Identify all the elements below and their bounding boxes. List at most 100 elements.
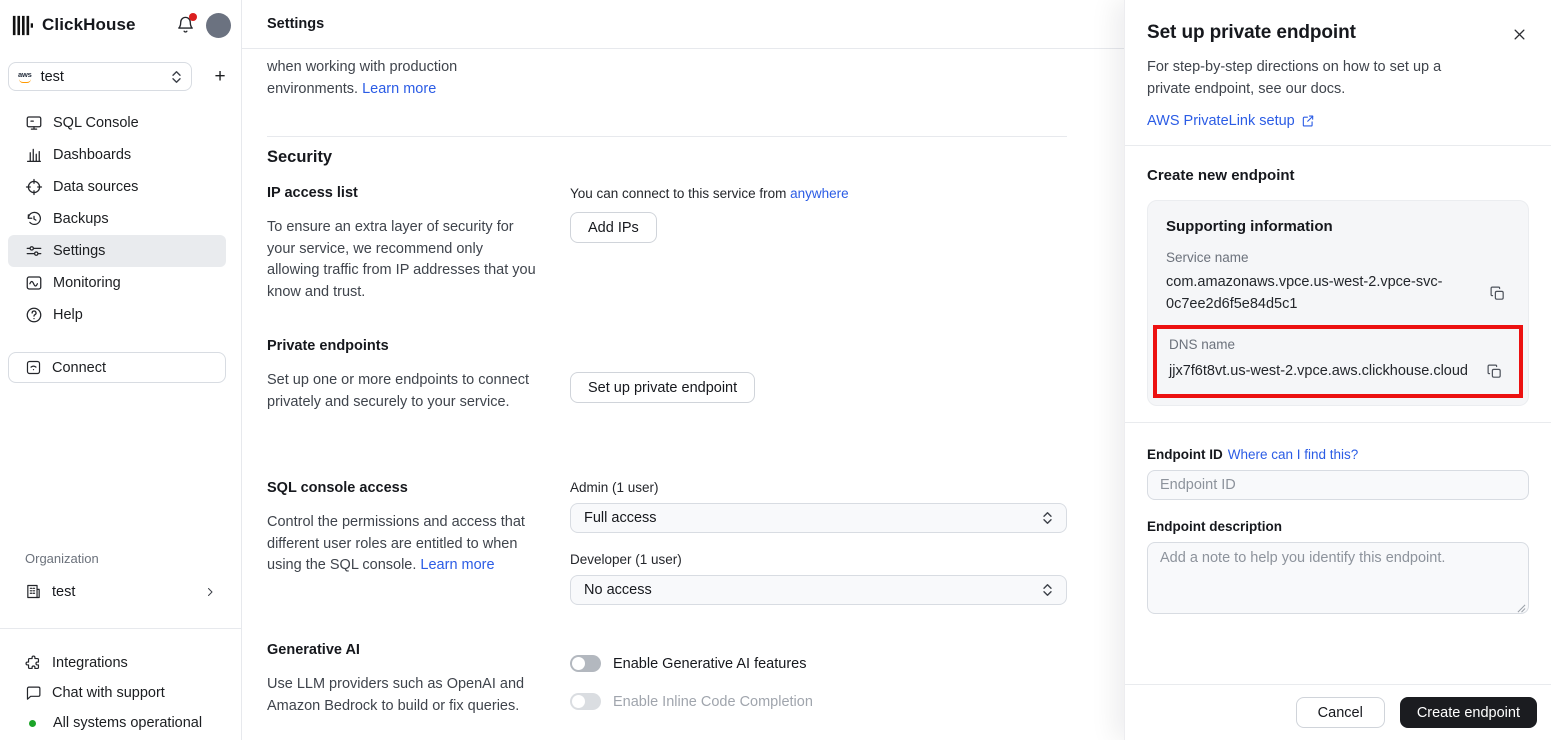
sidebar-header: ClickHouse (12, 10, 231, 40)
sidebar-item-sql-console[interactable]: SQL Console (8, 107, 226, 139)
sidebar-item-label: Settings (53, 243, 106, 259)
sidebar-item-label: Dashboards (53, 147, 132, 163)
drawer-header: Set up private endpoint (1147, 0, 1529, 44)
generative-ai-toggle-row[interactable]: Enable Generative AI features (570, 655, 1067, 672)
organization-row[interactable]: test (8, 577, 226, 606)
sidebar-item-help[interactable]: Help (8, 299, 226, 331)
sidebar-footer: Integrations Chat with support All syste… (8, 648, 226, 738)
endpoint-description-label: Endpoint description (1147, 519, 1282, 534)
sidebar-item-dashboards[interactable]: Dashboards (8, 139, 226, 171)
ip-access-description: To ensure an extra layer of security for… (267, 219, 536, 300)
notification-dot (189, 13, 197, 21)
notifications-bell-icon[interactable] (176, 13, 197, 36)
create-endpoint-button[interactable]: Create endpoint (1399, 697, 1537, 728)
sidebar-item-label: Integrations (52, 655, 128, 671)
intro-learn-more-link[interactable]: Learn more (362, 81, 436, 97)
private-endpoints-title: Private endpoints (267, 338, 389, 354)
sidebar-item-status[interactable]: All systems operational (8, 708, 226, 738)
sql-learn-more-link[interactable]: Learn more (420, 557, 494, 573)
sidebar-item-label: SQL Console (53, 115, 139, 131)
integrations-puzzle-icon (25, 655, 42, 672)
generative-ai-description: Use LLM providers such as OpenAI and Ama… (267, 676, 525, 714)
anywhere-link[interactable]: anywhere (790, 186, 849, 201)
dns-name-value: jjx7f6t8vt.us-west-2.vpce.aws.clickhouse… (1169, 362, 1468, 379)
connect-from-text: You can connect to this service from (570, 186, 791, 201)
endpoint-id-input[interactable] (1147, 470, 1529, 500)
section-divider (267, 136, 1067, 137)
sidebar-item-integrations[interactable]: Integrations (8, 648, 226, 678)
sidebar-item-label: Monitoring (53, 275, 121, 291)
drawer-footer: Cancel Create endpoint (1125, 684, 1551, 740)
dns-highlight-annotation-box: DNS name jjx7f6t8vt.us-west-2.vpce.aws.c… (1153, 325, 1523, 398)
monitoring-icon (25, 274, 43, 292)
set-up-private-endpoint-button[interactable]: Set up private endpoint (570, 372, 756, 403)
chevron-up-down-icon (1042, 511, 1053, 525)
sidebar-item-monitoring[interactable]: Monitoring (8, 267, 226, 299)
connect-button[interactable]: Connect (8, 352, 226, 383)
generative-ai-toggle[interactable] (570, 655, 601, 672)
endpoint-description-textarea[interactable] (1147, 542, 1529, 614)
copy-icon[interactable] (1482, 359, 1507, 384)
sidebar-item-data-sources[interactable]: Data sources (8, 171, 226, 203)
chevron-right-icon (204, 586, 216, 598)
chat-bubble-icon (25, 685, 42, 702)
close-icon[interactable] (1510, 25, 1529, 44)
copy-icon[interactable] (1485, 281, 1510, 306)
page-header: Settings (242, 0, 1124, 49)
dashboards-icon (25, 146, 43, 164)
data-sources-icon (25, 178, 43, 196)
page-title: Settings (267, 16, 325, 32)
service-select-dropdown[interactable]: aws test (8, 62, 192, 91)
sidebar-item-settings[interactable]: Settings (8, 235, 226, 267)
cancel-button[interactable]: Cancel (1295, 697, 1385, 728)
sidebar-nav: SQL Console Dashboards Data sources Back… (8, 107, 226, 331)
sql-access-description: Control the permissions and access that … (267, 512, 539, 577)
sidebar-item-chat-support[interactable]: Chat with support (8, 678, 226, 708)
generative-ai-toggle-label: Enable Generative AI features (613, 655, 807, 672)
sidebar-divider (0, 628, 241, 629)
avatar[interactable] (206, 12, 231, 38)
sidebar-item-label: Help (53, 307, 83, 323)
drawer-description: For step-by-step directions on how to se… (1147, 59, 1442, 97)
docs-link-row: AWS PrivateLink setup (1147, 113, 1529, 129)
settings-body: when working with production environment… (242, 49, 1124, 740)
aws-privatelink-setup-link[interactable]: AWS PrivateLink setup (1147, 113, 1295, 129)
connect-icon (25, 359, 42, 376)
help-icon (25, 306, 43, 324)
supporting-information-title: Supporting information (1166, 218, 1333, 235)
add-ips-button[interactable]: Add IPs (570, 212, 657, 243)
inline-completion-toggle[interactable] (570, 693, 601, 710)
admin-role-label: Admin (1 user) (570, 480, 659, 495)
sql-console-access-section: SQL console access Control the permissio… (267, 480, 1067, 605)
private-endpoint-drawer: Set up private endpoint For step-by-step… (1124, 0, 1551, 740)
clickhouse-logo-icon[interactable] (12, 15, 33, 36)
sidebar-item-backups[interactable]: Backups (8, 203, 226, 235)
sidebar: ClickHouse aws test + SQL Console Dashbo… (0, 0, 242, 740)
organization-building-icon (25, 583, 42, 600)
service-name-value: com.amazonaws.vpce.us-west-2.vpce-svc-0c… (1166, 274, 1443, 312)
developer-access-select[interactable]: No access (570, 575, 1067, 605)
add-service-button[interactable]: + (207, 64, 233, 90)
sql-console-icon (25, 114, 43, 132)
generative-ai-title: Generative AI (267, 642, 360, 658)
admin-access-select[interactable]: Full access (570, 503, 1067, 533)
service-name-label: Service name (1166, 250, 1249, 265)
sql-access-title: SQL console access (267, 480, 408, 496)
ip-access-section: IP access list To ensure an extra layer … (267, 185, 1067, 303)
service-selector-row: aws test + (8, 62, 233, 91)
chevron-up-down-icon (171, 70, 182, 84)
dns-name-label: DNS name (1169, 337, 1236, 352)
sidebar-item-label: Data sources (53, 179, 139, 195)
inline-completion-toggle-row[interactable]: Enable Inline Code Completion (570, 693, 1067, 710)
endpoint-id-label-row: Endpoint ID Where can I find this? (1147, 447, 1529, 462)
private-endpoints-section: Private endpoints Set up one or more end… (267, 338, 1067, 413)
connect-label: Connect (52, 359, 107, 376)
connect-from-line: You can connect to this service from any… (570, 186, 1067, 201)
security-heading: Security (267, 148, 333, 166)
where-can-i-find-this-link[interactable]: Where can I find this? (1228, 447, 1359, 462)
settings-sliders-icon (25, 242, 43, 260)
organization-name: test (52, 583, 76, 600)
sidebar-item-label: Chat with support (52, 685, 165, 701)
admin-access-value: Full access (584, 510, 657, 526)
supporting-information-card: Supporting information Service name com.… (1147, 200, 1529, 406)
